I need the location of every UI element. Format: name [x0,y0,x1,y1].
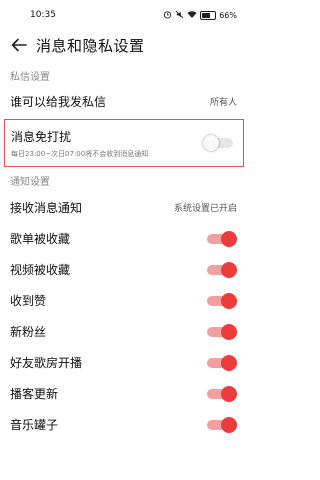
new-followers-toggle[interactable] [207,323,237,340]
do-not-disturb-description: 每日23:00~次日07:00将不会收到消息通知 [11,149,149,158]
notification-item-podcast-update[interactable]: 播客更新 [0,378,247,409]
toggle-knob [221,230,237,247]
receive-notification-label: 接收消息通知 [10,201,83,215]
notification-item-label: 视频被收藏 [10,263,71,277]
arrow-left-icon[interactable] [10,36,28,54]
toggle-knob [221,292,237,309]
who-can-message-label: 谁可以给我发私信 [10,94,107,109]
notification-item-likes[interactable]: 收到赞 [0,285,247,316]
status-time: 10:35 [30,10,56,20]
section-notification: 通知设置 [10,177,50,188]
notification-item-friend-room-live[interactable]: 好友歌房开播 [0,347,247,378]
battery-icon [200,10,217,20]
video-collected-toggle[interactable] [207,261,237,278]
toggle-wrap [205,261,237,278]
notification-item-playlist-collected[interactable]: 歌单被收藏 [0,223,247,254]
podcast-update-toggle[interactable] [207,385,237,402]
do-not-disturb-row[interactable]: 消息免打扰 每日23:00~次日07:00将不会收到消息通知 [4,119,244,167]
toggle-knob [221,354,237,371]
toggle-wrap [205,385,237,402]
page-title: 消息和隐私设置 [36,36,145,55]
section-private-message: 私信设置 [10,72,50,83]
notification-item-video-collected[interactable]: 视频被收藏 [0,254,247,285]
mute-icon [175,10,184,21]
receive-notification-row[interactable]: 接收消息通知 系统设置已开启 [0,192,247,223]
music-jar-toggle[interactable] [207,416,237,433]
notification-item-music-jar[interactable]: 音乐罐子 [0,409,247,440]
toggle-wrap [205,292,237,309]
status-icons: 66% [163,10,237,21]
toggle-knob [221,385,237,402]
playlist-collected-toggle[interactable] [207,230,237,247]
toggle-wrap [205,416,237,433]
alarm-icon [163,10,172,21]
status-bar: 10:35 66% [0,0,247,30]
header: 消息和隐私设置 [0,30,247,60]
toggle-knob [221,261,237,278]
wifi-icon [187,10,197,21]
toggle-knob [221,323,237,340]
notification-item-label: 好友歌房开播 [10,356,83,370]
do-not-disturb-toggle[interactable] [203,135,233,151]
who-can-message-value: 所有人 [209,97,237,108]
who-can-message-row[interactable]: 谁可以给我发私信 所有人 [0,87,247,115]
toggle-wrap [205,354,237,371]
battery-percent: 66% [219,10,237,20]
notification-item-label: 新粉丝 [10,325,47,339]
friend-room-live-toggle[interactable] [207,354,237,371]
receive-notification-value: 系统设置已开启 [173,204,237,214]
do-not-disturb-label: 消息免打扰 [11,129,72,144]
notification-item-label: 播客更新 [10,387,59,401]
toggle-knob [221,416,237,433]
do-not-disturb-toggle-wrap [203,135,235,151]
notification-item-new-followers[interactable]: 新粉丝 [0,316,247,347]
likes-toggle[interactable] [207,292,237,309]
notification-item-label: 歌单被收藏 [10,232,71,246]
notification-item-label: 收到赞 [10,294,47,308]
notification-item-label: 音乐罐子 [10,418,59,432]
toggle-wrap [205,230,237,247]
toggle-wrap [205,323,237,340]
do-not-disturb-text: 消息免打扰 每日23:00~次日07:00将不会收到消息通知 [11,128,148,159]
toggle-knob [203,135,219,151]
